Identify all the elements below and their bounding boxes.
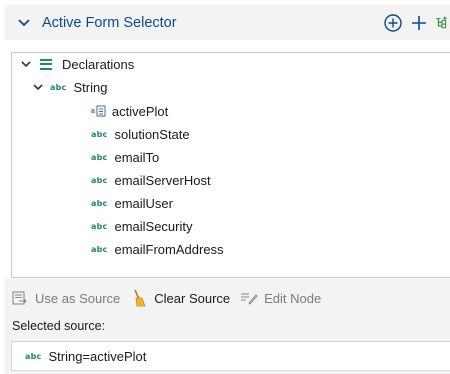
edit-node-label: Edit Node — [264, 290, 322, 306]
chevron-down-icon[interactable] — [16, 15, 32, 31]
tree-item-label: emailFromAddress — [114, 241, 224, 257]
tree-item[interactable]: abc solutionState — [91, 123, 190, 145]
source-panel: Use as Source Clear Source Edit Node Sel… — [5, 279, 450, 374]
tree-item-label: emailUser — [114, 195, 173, 211]
tree-node-declarations[interactable]: Declarations — [20, 53, 134, 75]
edit-node-button[interactable]: Edit Node — [240, 289, 321, 307]
string-type-icon: abc — [91, 198, 108, 208]
string-type-icon: abc — [91, 129, 108, 139]
chevron-down-icon[interactable] — [32, 81, 44, 93]
tree-item-label: emailServerHost — [114, 172, 211, 188]
broom-icon — [130, 289, 148, 307]
use-as-source-button[interactable]: Use as Source — [11, 289, 120, 307]
string-type-icon: abc — [50, 82, 67, 92]
declarations-icon — [40, 58, 52, 70]
source-toolbar: Use as Source Clear Source Edit Node — [5, 285, 331, 311]
panel-header[interactable]: Active Form Selector — [5, 5, 450, 40]
form-variable-icon: a — [91, 105, 106, 117]
tree-node-string[interactable]: abc String — [32, 76, 107, 98]
clear-source-button[interactable]: Clear Source — [130, 289, 230, 307]
string-type-icon: abc — [91, 221, 108, 231]
clear-source-label: Clear Source — [154, 290, 231, 306]
tree-item-label: emailSecurity — [114, 218, 193, 234]
string-type-icon: abc — [25, 351, 42, 361]
chevron-down-icon[interactable] — [20, 58, 32, 70]
tree-item[interactable]: a activePlot — [91, 100, 168, 122]
string-type-icon: abc — [91, 244, 108, 254]
tree-item-label: solutionState — [114, 126, 190, 142]
edit-node-icon — [240, 289, 258, 307]
selected-source-label: Selected source: — [12, 319, 106, 333]
tree-item-label: activePlot — [111, 103, 169, 119]
tree-item[interactable]: abc emailFromAddress — [91, 238, 224, 260]
string-type-icon: abc — [91, 152, 108, 162]
tree-item-label: emailTo — [114, 149, 160, 165]
tree-add-icon[interactable] — [434, 12, 450, 34]
tree-item[interactable]: abc emailUser — [91, 192, 173, 214]
declarations-tree[interactable]: Declarations abc String a activePlot abc… — [11, 52, 450, 278]
add-circle-icon[interactable] — [382, 12, 404, 34]
plus-icon[interactable] — [408, 12, 430, 34]
header-actions — [378, 5, 450, 40]
use-as-source-icon — [11, 289, 29, 307]
panel-title: Active Form Selector — [42, 14, 177, 31]
string-type-icon: abc — [91, 175, 108, 185]
selected-source-field[interactable]: abc String=activePlot — [11, 341, 450, 371]
tree-item[interactable]: abc emailTo — [91, 146, 159, 168]
tree-item[interactable]: abc emailSecurity — [91, 215, 193, 237]
tree-item[interactable]: abc emailServerHost — [91, 169, 211, 191]
tree-label-string: String — [73, 79, 108, 95]
use-as-source-label: Use as Source — [35, 290, 121, 306]
selected-source-value: String=activePlot — [48, 348, 147, 364]
tree-label-declarations: Declarations — [62, 56, 135, 72]
